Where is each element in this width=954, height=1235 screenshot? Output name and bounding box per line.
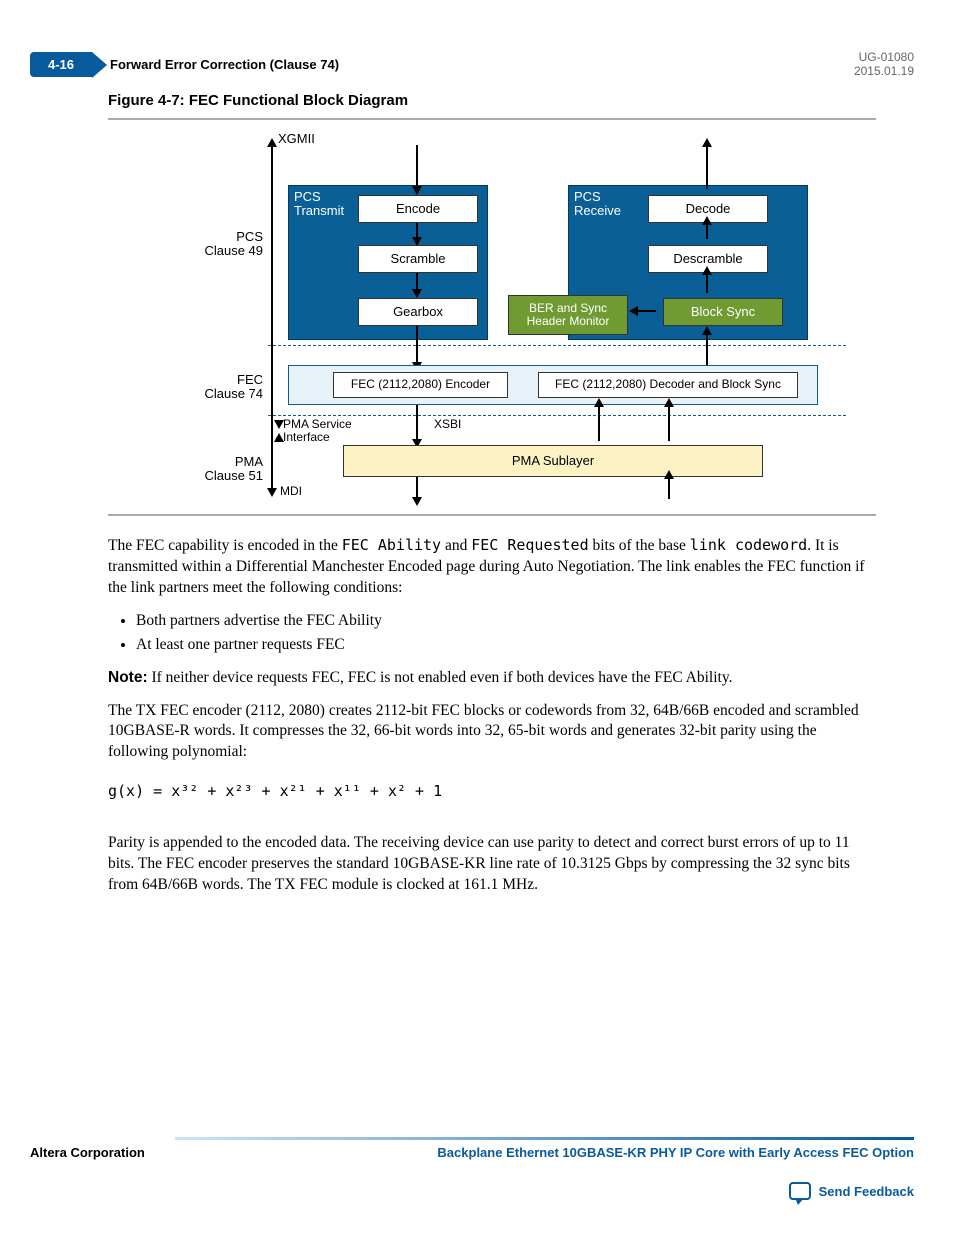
label-pcs-clause49: PCSClause 49 — [203, 230, 263, 259]
box-ber-sync: BER and SyncHeader Monitor — [508, 295, 628, 335]
label-xsbi: XSBI — [434, 418, 461, 431]
polynomial: g(x) = x³² + x²³ + x²¹ + x¹¹ + x² + 1 — [108, 782, 442, 800]
note-label: Note: — [108, 669, 148, 686]
send-feedback-link[interactable]: Send Feedback — [789, 1182, 914, 1200]
box-scramble: Scramble — [358, 245, 478, 273]
box-block-sync: Block Sync — [663, 298, 783, 326]
body-text: The FEC capability is encoded in the FEC… — [108, 535, 878, 908]
label-pcs-receive: PCSReceive — [574, 190, 624, 219]
figure-title: Figure 4-7: FEC Functional Block Diagram — [108, 92, 408, 109]
label-pcs-transmit: PCSTransmit — [294, 190, 349, 219]
footer-company: Altera Corporation — [30, 1145, 145, 1160]
page-footer: Altera Corporation Backplane Ethernet 10… — [30, 1145, 914, 1160]
bullet-2: At least one partner requests FEC — [136, 635, 878, 656]
label-fec-clause74: FECClause 74 — [203, 373, 263, 402]
box-pma-sublayer: PMA Sublayer — [343, 445, 763, 477]
label-pma-clause51: PMAClause 51 — [203, 455, 263, 484]
box-fec-encoder: FEC (2112,2080) Encoder — [333, 372, 508, 398]
bullet-1: Both partners advertise the FEC Ability — [136, 611, 878, 632]
box-encode: Encode — [358, 195, 478, 223]
page-header: 4-16 Forward Error Correction (Clause 74… — [30, 50, 914, 78]
label-xgmii: XGMII — [278, 132, 315, 146]
box-gearbox: Gearbox — [358, 298, 478, 326]
page-number-tab: 4-16 — [30, 52, 92, 77]
doc-id: UG-01080 — [854, 50, 914, 64]
fec-block-diagram: PCSClause 49 FECClause 74 PMAClause 51 X… — [108, 118, 876, 516]
label-mdi: MDI — [280, 485, 302, 498]
para-tx-fec: The TX FEC encoder (2112, 2080) creates … — [108, 701, 878, 764]
para-parity: Parity is appended to the encoded data. … — [108, 833, 878, 896]
doc-date: 2015.01.19 — [854, 64, 914, 78]
label-pma-svc: PMA ServiceInterface — [283, 418, 363, 444]
section-title: Forward Error Correction (Clause 74) — [110, 57, 339, 72]
footer-doc-title[interactable]: Backplane Ethernet 10GBASE-KR PHY IP Cor… — [437, 1145, 914, 1160]
box-fec-decoder: FEC (2112,2080) Decoder and Block Sync — [538, 372, 798, 398]
comment-icon — [789, 1182, 811, 1200]
